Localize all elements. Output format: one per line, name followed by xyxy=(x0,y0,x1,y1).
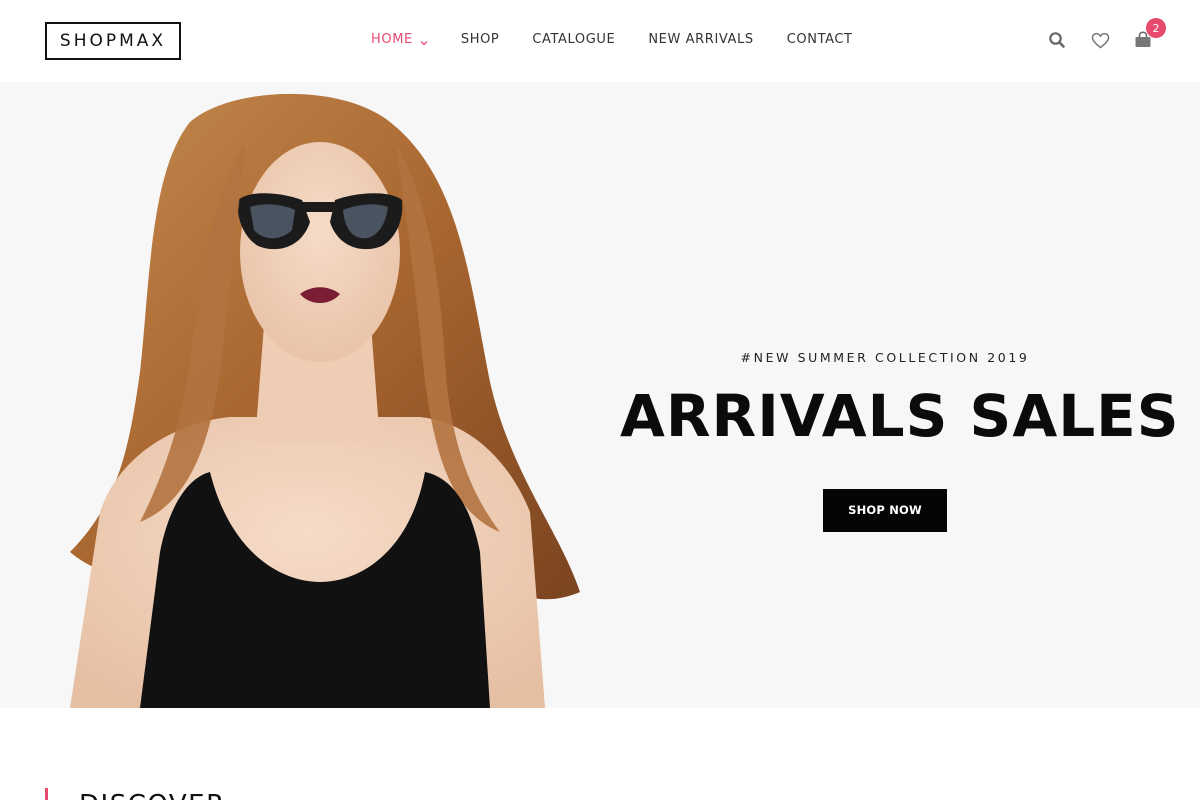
nav-item-contact[interactable]: CONTACT xyxy=(787,32,853,47)
section-accent-bar xyxy=(45,788,48,800)
nav-item-new-arrivals[interactable]: NEW ARRIVALS xyxy=(648,32,753,47)
main-nav: HOME SHOP CATALOGUE NEW ARRIVALS CONTACT xyxy=(371,32,886,47)
hero-model-image xyxy=(40,82,600,708)
nav-item-label: CATALOGUE xyxy=(532,32,616,47)
nav-item-catalogue[interactable]: CATALOGUE xyxy=(532,32,615,47)
hero-banner: #NEW SUMMER COLLECTION 2019 ARRIVALS SAL… xyxy=(0,82,1200,708)
hero-title: ARRIVALS SALES xyxy=(620,382,1180,450)
hero-text: #NEW SUMMER COLLECTION 2019 ARRIVALS SAL… xyxy=(620,350,1180,532)
hero-kicker: #NEW SUMMER COLLECTION 2019 xyxy=(740,350,1030,365)
logo[interactable]: SHOPMAX xyxy=(45,22,181,60)
nav-item-label: NEW ARRIVALS xyxy=(648,32,754,47)
chevron-down-icon xyxy=(420,36,428,45)
nav-item-home[interactable]: HOME xyxy=(371,32,428,47)
header-icons: 2 xyxy=(1026,18,1166,52)
bag-icon[interactable]: 2 xyxy=(1131,18,1166,52)
nav-item-label: CONTACT xyxy=(786,32,853,47)
cart-count-badge: 2 xyxy=(1146,18,1166,38)
nav-item-shop[interactable]: SHOP xyxy=(461,32,500,47)
nav-item-label: SHOP xyxy=(460,32,500,47)
nav-item-label: HOME xyxy=(371,32,413,47)
section-title: DISCOVER xyxy=(79,790,226,800)
heart-icon[interactable] xyxy=(1088,28,1112,52)
shop-now-button[interactable]: SHOP NOW xyxy=(823,488,947,532)
site-header: SHOPMAX HOME SHOP CATALOGUE NEW ARRIVALS… xyxy=(0,0,1200,82)
search-icon[interactable] xyxy=(1045,28,1069,52)
